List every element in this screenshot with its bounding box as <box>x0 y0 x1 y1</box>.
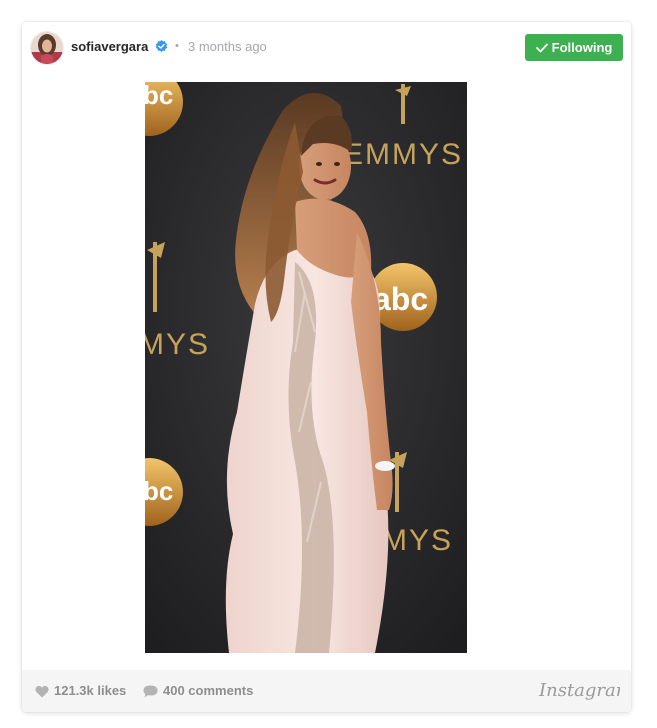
svg-text:abc: abc <box>373 281 428 317</box>
comment-bubble-icon <box>143 685 158 697</box>
verified-badge-icon <box>155 40 168 52</box>
following-button-label: Following <box>551 40 613 55</box>
post-photo[interactable]: bc abc bc EMMYS MYS MMYS <box>145 82 467 653</box>
post-media[interactable]: bc abc bc EMMYS MYS MMYS <box>22 74 631 670</box>
likes-label: 121.3k likes <box>54 683 127 698</box>
post-timestamp[interactable]: 3 months ago <box>188 39 267 55</box>
separator-dot: • <box>175 40 179 52</box>
svg-text:Instagram: Instagram <box>538 680 620 701</box>
instagram-logo[interactable]: Instagram <box>538 676 620 704</box>
comments-label: 400 comments <box>163 683 254 698</box>
check-icon <box>535 43 548 52</box>
svg-text:EMMYS: EMMYS <box>343 138 463 171</box>
likes-count[interactable]: 121.3k likes <box>35 683 126 699</box>
emmys-red-carpet-photo: bc abc bc EMMYS MYS MMYS <box>145 82 467 653</box>
heart-icon <box>35 685 49 697</box>
svg-text:bc: bc <box>145 82 173 110</box>
post-header: sofiavergara • 3 months ago Following <box>22 22 631 74</box>
post-footer: 121.3k likes 400 comments Instagram <box>22 670 631 712</box>
instagram-embed-card: sofiavergara • 3 months ago Following bc… <box>22 22 631 712</box>
svg-text:bc: bc <box>145 476 173 506</box>
following-button[interactable]: Following <box>525 34 623 61</box>
svg-text:MYS: MYS <box>145 328 210 361</box>
avatar[interactable] <box>31 32 63 64</box>
username[interactable]: sofiavergara <box>71 39 148 55</box>
avatar-image <box>31 32 63 64</box>
comments-count[interactable]: 400 comments <box>143 683 253 699</box>
